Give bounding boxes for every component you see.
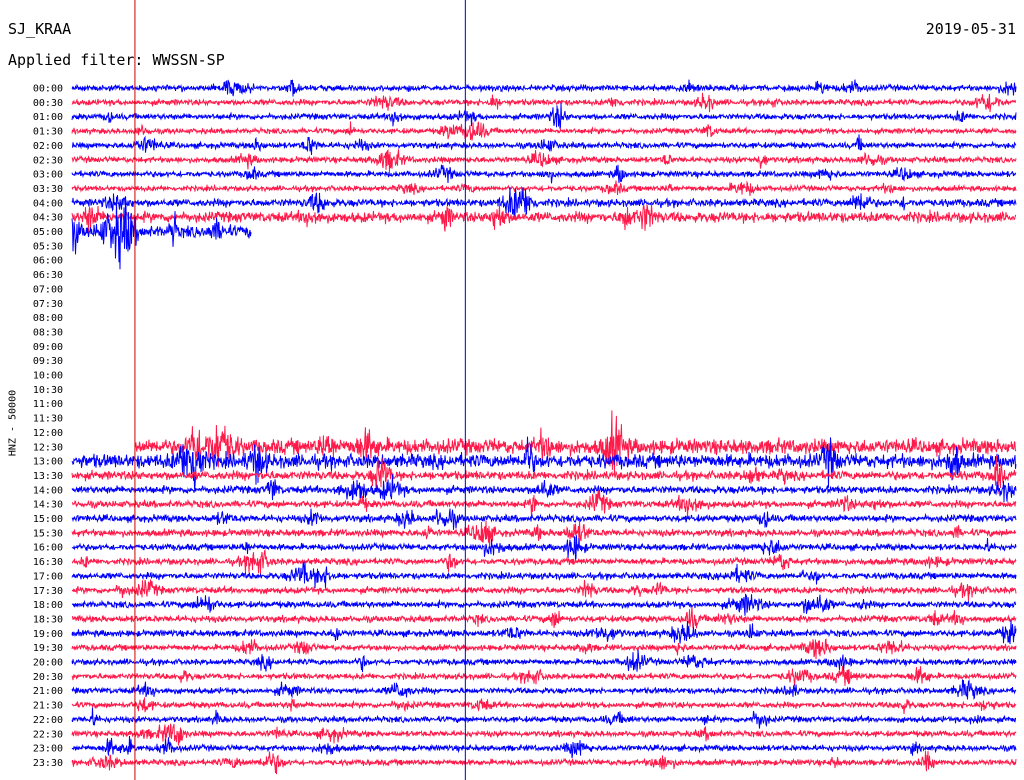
row-label: 01:00 [33, 112, 63, 123]
row-label: 16:00 [33, 543, 63, 554]
row-label: 15:00 [33, 514, 63, 525]
row-label: 12:00 [33, 428, 63, 439]
row-label: 03:30 [33, 184, 63, 195]
row-label: 04:30 [33, 213, 63, 224]
trace-0400 [71, 187, 1017, 217]
trace-1600 [71, 535, 1017, 560]
row-label: 14:30 [33, 500, 63, 511]
trace-1430 [71, 490, 1017, 519]
row-label: 21:00 [33, 686, 63, 697]
row-label: 18:00 [33, 600, 63, 611]
trace-0130 [71, 121, 1017, 141]
row-label: 07:30 [33, 299, 63, 310]
trace-1830 [71, 606, 1017, 629]
trace-1730 [71, 578, 1017, 601]
row-label: 06:30 [33, 270, 63, 281]
trace-2300 [71, 735, 1017, 759]
trace-2200 [71, 707, 1017, 729]
trace-2000 [71, 649, 1017, 673]
row-label: 20:00 [33, 658, 63, 669]
trace-2130 [71, 697, 1017, 715]
row-label: 07:00 [33, 284, 63, 295]
row-label: 09:30 [33, 356, 63, 367]
trace-2330 [71, 750, 1017, 775]
trace-1930 [71, 638, 1017, 660]
trace-0000 [71, 79, 1017, 97]
row-label: 01:30 [33, 127, 63, 138]
row-label: 16:30 [33, 557, 63, 568]
row-label: 22:00 [33, 715, 63, 726]
row-label: 11:00 [33, 399, 63, 410]
trace-1800 [71, 593, 1017, 616]
trace-2100 [71, 679, 1017, 700]
row-label: 02:30 [33, 155, 63, 166]
traces-layer [71, 79, 1017, 775]
trace-1500 [71, 508, 1017, 530]
trace-0500 [71, 196, 252, 270]
trace-0330 [71, 180, 1017, 197]
row-label: 05:00 [33, 227, 63, 238]
row-label: 17:00 [33, 571, 63, 582]
row-label: 02:00 [33, 141, 63, 152]
row-label: 06:00 [33, 256, 63, 267]
row-label: 11:30 [33, 414, 63, 425]
row-label: 08:00 [33, 313, 63, 324]
trace-2030 [71, 665, 1017, 686]
row-label: 13:00 [33, 457, 63, 468]
row-label: 15:30 [33, 528, 63, 539]
trace-1630 [71, 548, 1017, 575]
row-label: 08:30 [33, 327, 63, 338]
trace-0230 [71, 148, 1017, 173]
row-label: 05:30 [33, 241, 63, 252]
row-label: 00:00 [33, 84, 63, 95]
trace-1900 [71, 620, 1017, 645]
row-label: 10:30 [33, 385, 63, 396]
helicorder-plot: 00:00 00:30 01:00 01:30 02:00 02:30 03:00 03:30… [33, 0, 1017, 780]
trace-1700 [71, 561, 1017, 589]
row-labels: 00:00 00:30 01:00 01:30 02:00 02:30 03:00 03:30… [33, 84, 63, 769]
row-label: 13:30 [33, 471, 63, 482]
row-label: 18:30 [33, 614, 63, 625]
row-label: 00:30 [33, 98, 63, 109]
row-label: 09:00 [33, 342, 63, 353]
row-label: 21:30 [33, 701, 63, 712]
row-label: 04:00 [33, 198, 63, 209]
row-label: 12:30 [33, 442, 63, 453]
row-label: 03:00 [33, 170, 63, 181]
trace-0100 [71, 103, 1017, 129]
row-label: 17:30 [33, 586, 63, 597]
row-label: 23:00 [33, 744, 63, 755]
trace-0030 [71, 92, 1016, 113]
row-label: 22:30 [33, 729, 63, 740]
row-label: 23:30 [33, 758, 63, 769]
trace-2230 [71, 723, 1017, 746]
row-label: 14:00 [33, 485, 63, 496]
row-label: 20:30 [33, 672, 63, 683]
row-label: 19:30 [33, 643, 63, 654]
row-label: 19:00 [33, 629, 63, 640]
trace-1530 [71, 519, 1017, 548]
trace-0200 [71, 134, 1017, 156]
row-label: 10:00 [33, 371, 63, 382]
trace-0300 [71, 164, 1017, 184]
